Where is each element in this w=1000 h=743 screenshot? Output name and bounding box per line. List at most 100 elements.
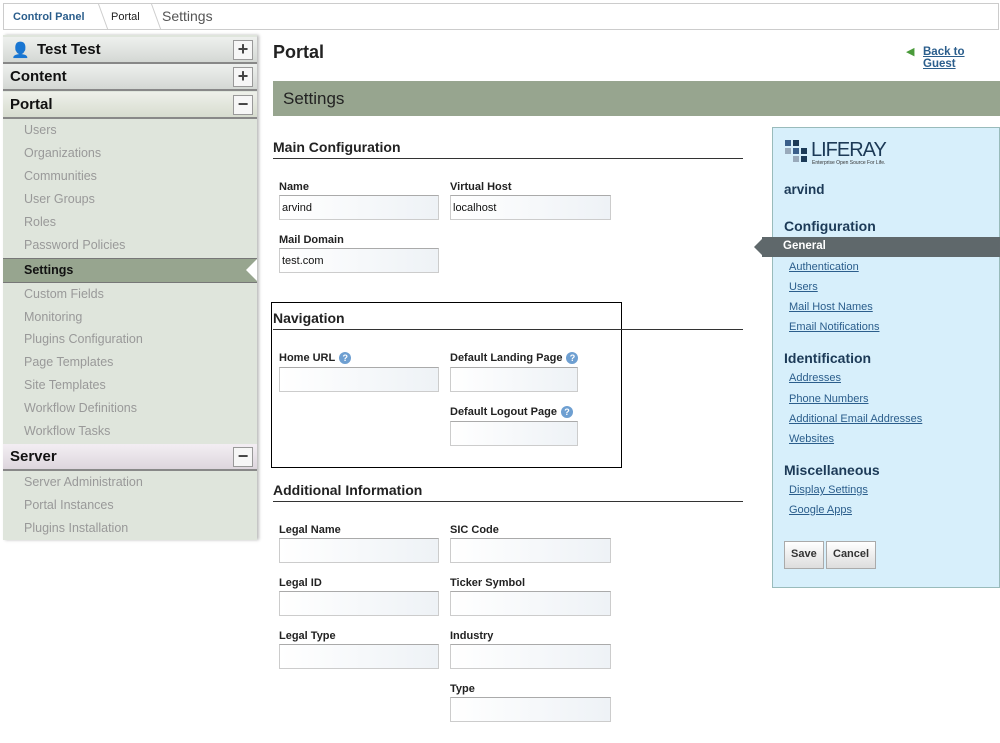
nav-item-label: General xyxy=(783,240,826,252)
label-text: Default Landing Page xyxy=(450,352,563,364)
default-landing-page-label: Default Landing Page? xyxy=(450,352,579,365)
breadcrumb-separator xyxy=(88,4,109,29)
sidebar-item-label: Settings xyxy=(24,263,74,277)
link-users[interactable]: Users xyxy=(789,281,818,293)
entity-name: arvind xyxy=(784,182,825,197)
sidebar-item-settings[interactable]: Settings xyxy=(3,258,257,283)
link-websites[interactable]: Websites xyxy=(789,433,834,445)
name-input[interactable]: arvind xyxy=(279,195,439,220)
sidebar-item-server-administration[interactable]: Server Administration xyxy=(24,475,143,489)
virtual-host-input[interactable]: localhost xyxy=(450,195,611,220)
legal-type-input[interactable] xyxy=(279,644,439,669)
expand-icon[interactable]: + xyxy=(233,40,253,60)
name-label: Name xyxy=(279,181,309,193)
ticker-symbol-input[interactable] xyxy=(450,591,611,616)
link-additional-email-addresses[interactable]: Additional Email Addresses xyxy=(789,413,922,425)
back-to-guest-link[interactable]: Back to Guest xyxy=(923,46,1000,70)
nav-item-general[interactable]: General xyxy=(754,237,1000,257)
sidebar-section-content[interactable]: Content + xyxy=(3,64,257,91)
configuration-heading: Configuration xyxy=(784,218,876,234)
breadcrumb: Control Panel Portal Settings xyxy=(3,3,999,30)
sidebar-item-users[interactable]: Users xyxy=(24,123,57,137)
home-url-label: Home URL? xyxy=(279,352,352,365)
type-input[interactable] xyxy=(450,697,611,722)
link-email-notifications[interactable]: Email Notifications xyxy=(789,321,879,333)
collapse-icon[interactable]: − xyxy=(233,95,253,115)
expand-icon[interactable]: + xyxy=(233,67,253,87)
sidebar-item-portal-instances[interactable]: Portal Instances xyxy=(24,498,114,512)
sidebar-item-monitoring[interactable]: Monitoring xyxy=(24,310,82,324)
save-button[interactable]: Save xyxy=(784,541,824,569)
legal-name-input[interactable] xyxy=(279,538,439,563)
miscellaneous-heading: Miscellaneous xyxy=(784,462,880,478)
sidebar-item-password-policies[interactable]: Password Policies xyxy=(24,238,125,252)
link-display-settings[interactable]: Display Settings xyxy=(789,484,868,496)
breadcrumb-portal[interactable]: Portal xyxy=(111,11,140,23)
collapse-icon[interactable]: − xyxy=(233,447,253,467)
logo-text: LIFERAY xyxy=(811,139,887,161)
link-google-apps[interactable]: Google Apps xyxy=(789,504,852,516)
label-text: Home URL xyxy=(279,352,336,364)
settings-navigation-panel: LIFERAY Enterprise Open Source For Life.… xyxy=(772,127,1000,588)
sidebar-item-page-templates[interactable]: Page Templates xyxy=(24,355,113,369)
user-name: Test Test xyxy=(37,41,101,58)
default-landing-page-input[interactable] xyxy=(450,367,578,392)
sidebar-item-workflow-tasks[interactable]: Workflow Tasks xyxy=(24,424,110,438)
settings-header-bar: Settings xyxy=(273,81,1000,116)
default-logout-page-label: Default Logout Page? xyxy=(450,406,573,419)
sidebar-item-organizations[interactable]: Organizations xyxy=(24,146,101,160)
sidebar-section-server[interactable]: Server − xyxy=(3,444,257,471)
additional-information-heading: Additional Information xyxy=(273,482,743,502)
sidebar-item-user-groups[interactable]: User Groups xyxy=(24,192,95,206)
legal-id-input[interactable] xyxy=(279,591,439,616)
sic-code-input[interactable] xyxy=(450,538,611,563)
breadcrumb-settings: Settings xyxy=(162,8,213,24)
navigation-heading: Navigation xyxy=(273,310,743,330)
logo-tagline: Enterprise Open Source For Life. xyxy=(812,160,886,166)
link-addresses[interactable]: Addresses xyxy=(789,372,841,384)
user-icon: 👤 xyxy=(11,42,30,59)
breadcrumb-separator xyxy=(141,4,162,29)
sidebar-section-user[interactable]: 👤 Test Test + xyxy=(3,37,257,64)
identification-heading: Identification xyxy=(784,350,872,366)
back-arrow-icon: ◀ xyxy=(906,46,915,58)
help-icon[interactable]: ? xyxy=(339,352,352,365)
section-label: Content xyxy=(10,68,67,85)
sic-code-label: SIC Code xyxy=(450,524,499,536)
section-label: Server xyxy=(10,448,57,465)
link-authentication[interactable]: Authentication xyxy=(789,261,859,273)
sidebar-item-communities[interactable]: Communities xyxy=(24,169,97,183)
sidebar-item-plugins-installation[interactable]: Plugins Installation xyxy=(24,521,128,535)
help-icon[interactable]: ? xyxy=(566,352,579,365)
sidebar-item-roles[interactable]: Roles xyxy=(24,215,56,229)
cancel-button[interactable]: Cancel xyxy=(826,541,877,569)
legal-id-label: Legal ID xyxy=(279,577,322,589)
sidebar: 👤 Test Test + Content + Portal − Users O… xyxy=(3,35,257,540)
settings-heading: Settings xyxy=(283,89,345,108)
section-label: Portal xyxy=(10,96,53,113)
industry-input[interactable] xyxy=(450,644,611,669)
sidebar-item-custom-fields[interactable]: Custom Fields xyxy=(24,287,104,301)
liferay-logo: LIFERAY Enterprise Open Source For Life. xyxy=(785,139,887,169)
home-url-input[interactable] xyxy=(279,367,439,392)
sidebar-item-workflow-definitions[interactable]: Workflow Definitions xyxy=(24,401,137,415)
breadcrumb-control-panel[interactable]: Control Panel xyxy=(13,11,85,23)
sidebar-item-site-templates[interactable]: Site Templates xyxy=(24,378,106,392)
industry-label: Industry xyxy=(450,630,494,642)
page-title: Portal xyxy=(273,42,325,62)
help-icon[interactable]: ? xyxy=(560,406,573,419)
label-text: Default Logout Page xyxy=(450,406,557,418)
virtual-host-label: Virtual Host xyxy=(450,181,512,193)
legal-name-label: Legal Name xyxy=(279,524,341,536)
main-configuration-heading: Main Configuration xyxy=(273,139,743,159)
sidebar-item-plugins-configuration[interactable]: Plugins Configuration xyxy=(24,332,143,346)
default-logout-page-input[interactable] xyxy=(450,421,578,446)
link-mail-host-names[interactable]: Mail Host Names xyxy=(789,301,873,313)
mail-domain-input[interactable]: test.com xyxy=(279,248,439,273)
link-phone-numbers[interactable]: Phone Numbers xyxy=(789,393,869,405)
type-label: Type xyxy=(450,683,475,695)
legal-type-label: Legal Type xyxy=(279,630,336,642)
sidebar-section-portal[interactable]: Portal − xyxy=(3,92,257,119)
mail-domain-label: Mail Domain xyxy=(279,234,344,246)
ticker-symbol-label: Ticker Symbol xyxy=(450,577,525,589)
